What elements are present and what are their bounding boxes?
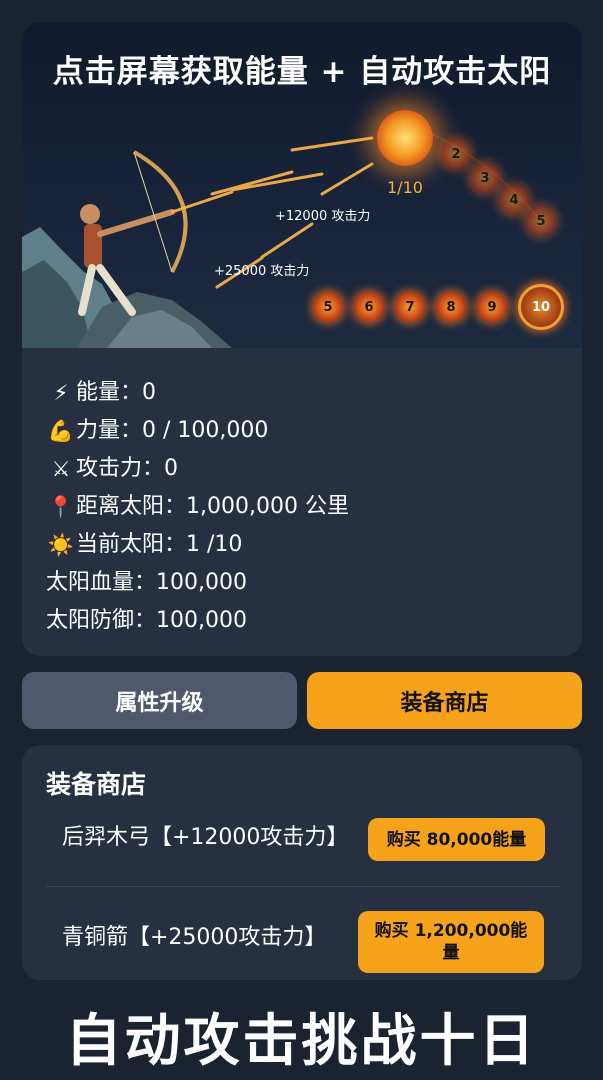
stat-current-sun: ☀️ 当前太阳：1 /10 [46, 526, 566, 564]
sun-badge: 9 [477, 292, 507, 322]
stat-strength: 💪 力量：0 / 100,000 [46, 412, 566, 450]
shop-panel: 装备商店 后羿木弓【+12000攻击力】 购买 80,000能量 青铜箭【+25… [22, 745, 582, 980]
sun-badge: 4 [499, 185, 529, 215]
shop-item: 青铜箭【+25000攻击力】 购买 1,200,000能量 [46, 911, 560, 980]
tab-attribute-upgrade[interactable]: 属性升级 [22, 672, 297, 729]
stat-attack: ⚔ 攻击力：0 [46, 450, 566, 488]
stat-energy: ⚡ 能量：0 [46, 374, 566, 412]
sun-badge: 5 [526, 206, 556, 236]
sun-icon: ☀️ [47, 533, 75, 557]
tab-equipment-shop[interactable]: 装备商店 [307, 672, 582, 729]
sun-badge: 3 [470, 163, 500, 193]
damage-popup-label: +12000 攻击力 [275, 209, 371, 224]
stat-distance: 📍 距离太阳：1,000,000 公里 [46, 488, 566, 526]
sun-progress-label: 1/10 [387, 178, 423, 197]
sun-badge: 2 [441, 139, 471, 169]
current-sun-icon[interactable] [377, 110, 433, 166]
shop-item: 后羿木弓【+12000攻击力】 购买 80,000能量 [46, 818, 560, 883]
muscle-icon: 💪 [47, 419, 75, 443]
damage-popup-label: +25000 攻击力 [214, 264, 310, 279]
stat-text: 太阳血量：100,000 [46, 570, 247, 595]
sun-badge: 5 [313, 292, 343, 322]
stat-text: 当前太阳：1 /10 [76, 532, 243, 557]
stat-sun-defense: 太阳防御：100,000 [46, 602, 566, 640]
sun-badge: 8 [436, 292, 466, 322]
crossed-swords-icon: ⚔ [51, 457, 71, 481]
stat-text: 太阳防御：100,000 [46, 608, 247, 633]
stat-text: 距离太阳：1,000,000 公里 [76, 494, 349, 519]
shop-item-name: 后羿木弓【+12000攻击力】 [62, 825, 349, 850]
buy-button[interactable]: 购买 80,000能量 [368, 818, 545, 861]
pin-icon: 📍 [47, 495, 75, 519]
shop-item-name: 青铜箭【+25000攻击力】 [62, 925, 327, 950]
stat-text: 力量：0 / 100,000 [76, 418, 269, 443]
sun-badge: 6 [354, 292, 384, 322]
game-panel: 点击屏幕获取能量 + 自动攻击太阳 1/10 +12000 攻击力 +25000… [22, 22, 582, 656]
stats-list: ⚡ 能量：0 💪 力量：0 / 100,000 ⚔ 攻击力：0 📍 距离太阳：1… [46, 374, 566, 640]
shop-title: 装备商店 [46, 770, 147, 799]
stat-sun-hp: 太阳血量：100,000 [46, 564, 566, 602]
stat-text: 攻击力：0 [76, 456, 178, 481]
lightning-icon: ⚡ [53, 381, 69, 405]
sun-badge-active: 10 [518, 284, 564, 330]
scene-title: 点击屏幕获取能量 + 自动攻击太阳 [52, 54, 552, 90]
game-scene[interactable]: 点击屏幕获取能量 + 自动攻击太阳 1/10 +12000 攻击力 +25000… [22, 22, 582, 348]
footer-banner: 自动攻击挑战十日 [65, 1009, 538, 1074]
stat-text: 能量：0 [76, 380, 156, 405]
sun-badge: 7 [395, 292, 425, 322]
divider [46, 886, 560, 887]
tab-bar: 属性升级 装备商店 [22, 672, 582, 729]
buy-button[interactable]: 购买 1,200,000能量 [358, 911, 544, 973]
